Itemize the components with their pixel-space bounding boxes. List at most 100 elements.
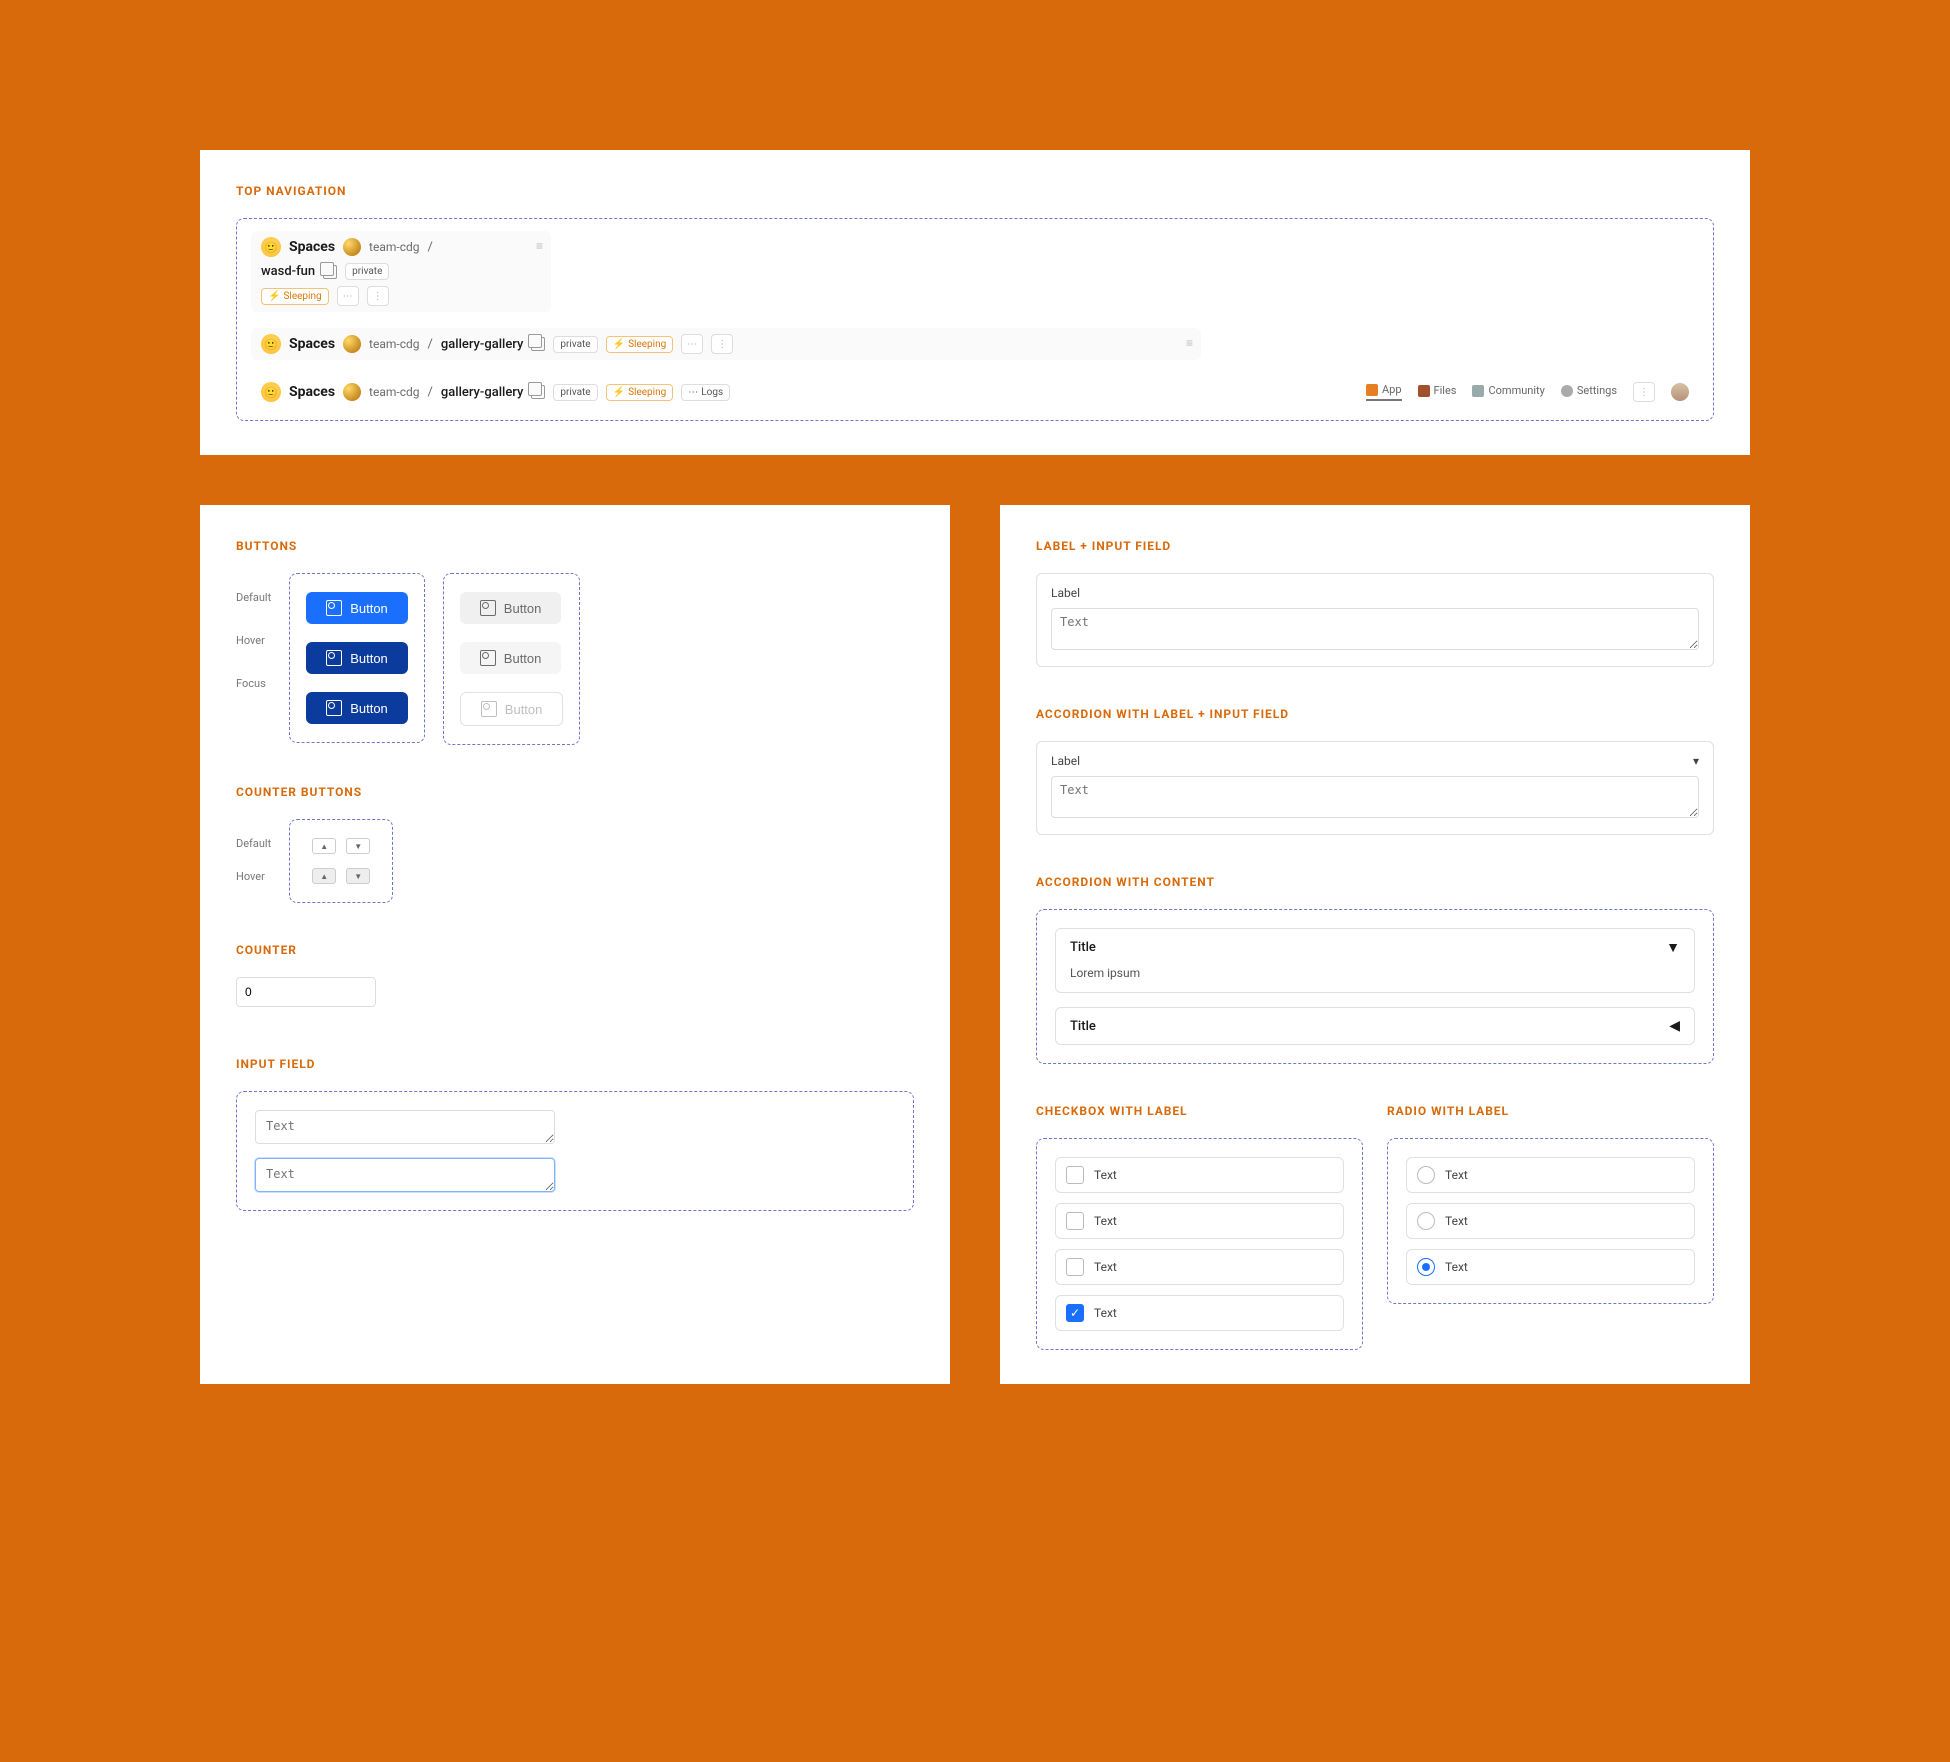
field-label: Label xyxy=(1051,586,1699,600)
logs-icon[interactable]: ⋯ xyxy=(681,334,703,354)
bolt-icon: ⚡ xyxy=(613,339,625,350)
app-icon xyxy=(1366,384,1378,396)
button-secondary-hover[interactable]: Button xyxy=(460,642,562,674)
team-avatar xyxy=(343,335,361,353)
tab-settings[interactable]: Settings xyxy=(1561,384,1617,400)
team-name[interactable]: team-cdg xyxy=(369,385,419,399)
caret-left-icon: ◀ xyxy=(1669,1018,1680,1034)
copy-icon[interactable] xyxy=(323,265,337,279)
label-input-field: Label xyxy=(1036,573,1714,667)
counter-down-hover[interactable]: ▼ xyxy=(346,868,370,884)
section-title: ACCORDION WITH LABEL + INPUT FIELD xyxy=(1036,707,1714,721)
checkbox-icon: ✓ xyxy=(1066,1304,1084,1322)
counter-state-labels: Default Hover xyxy=(236,819,271,883)
bolt-icon: ⚡ xyxy=(268,291,280,302)
accordion-group: Title▼ Lorem ipsum Title◀ xyxy=(1036,909,1714,1064)
section-title: ACCORDION WITH CONTENT xyxy=(1036,875,1714,889)
accordion-body: Lorem ipsum xyxy=(1056,966,1694,992)
state-default: Default xyxy=(236,591,271,604)
nav-examples: 🙂 Spaces team-cdg / ≡ wasd-fun private ⚡… xyxy=(236,218,1714,421)
user-avatar[interactable] xyxy=(1671,383,1689,401)
checkbox-icon xyxy=(1066,1258,1084,1276)
nav-row-mid: 🙂 Spaces team-cdg / gallery-gallery priv… xyxy=(251,328,1201,360)
nav-row-compact: 🙂 Spaces team-cdg / ≡ wasd-fun private ⚡… xyxy=(251,231,551,312)
accordion-header[interactable]: Title◀ xyxy=(1056,1008,1694,1044)
state-focus: Focus xyxy=(236,677,271,690)
section-title: TOP NAVIGATION xyxy=(236,184,1714,198)
counter-up-hover[interactable]: ▲ xyxy=(312,868,336,884)
radio-icon xyxy=(1417,1212,1435,1230)
accordion-header[interactable]: Label▾ xyxy=(1051,754,1699,768)
brand-title: Spaces xyxy=(289,384,335,400)
repo-name[interactable]: gallery-gallery xyxy=(441,337,524,352)
button-state-labels: Default Hover Focus xyxy=(236,573,271,690)
state-default: Default xyxy=(236,837,271,850)
more-icon[interactable]: ⋮ xyxy=(711,334,733,354)
menu-icon[interactable]: ≡ xyxy=(536,239,543,253)
repo-name[interactable]: gallery-gallery xyxy=(441,385,524,400)
checkbox-item[interactable]: Text xyxy=(1055,1157,1344,1193)
accordion-item-open: Title▼ Lorem ipsum xyxy=(1055,928,1695,993)
counter-up-default[interactable]: ▲ xyxy=(312,838,336,854)
section-title: INPUT FIELD xyxy=(236,1057,914,1071)
button-secondary-focus[interactable]: Button xyxy=(460,692,564,726)
more-icon[interactable]: ⋮ xyxy=(367,286,389,306)
radio-item[interactable]: Text xyxy=(1406,1157,1695,1193)
spaces-logo: 🙂 xyxy=(261,237,281,257)
community-icon xyxy=(1472,385,1484,397)
secondary-buttons: Button Button Button xyxy=(443,573,581,745)
accordion-header[interactable]: Title▼ xyxy=(1056,929,1694,966)
card-top-navigation: TOP NAVIGATION 🙂 Spaces team-cdg / ≡ was… xyxy=(200,150,1750,455)
section-title: COUNTER BUTTONS xyxy=(236,785,914,799)
checkbox-item[interactable]: Text xyxy=(1055,1203,1344,1239)
tab-community[interactable]: Community xyxy=(1472,384,1544,400)
menu-icon[interactable]: ≡ xyxy=(1186,336,1193,350)
spaces-logo: 🙂 xyxy=(261,382,281,402)
radio-group: Text Text Text xyxy=(1387,1138,1714,1304)
section-title: BUTTONS xyxy=(236,539,914,553)
image-icon xyxy=(326,700,342,716)
text-input[interactable] xyxy=(1051,608,1699,650)
accordion-label-input: Label▾ xyxy=(1036,741,1714,835)
tab-files[interactable]: Files xyxy=(1418,384,1457,400)
radio-item[interactable]: Text xyxy=(1406,1249,1695,1285)
checkbox-item[interactable]: ✓Text xyxy=(1055,1295,1344,1331)
copy-icon[interactable] xyxy=(531,337,545,351)
tag-private: private xyxy=(553,336,597,353)
counter-input[interactable] xyxy=(237,978,376,1006)
tab-app[interactable]: App xyxy=(1366,383,1402,401)
text-input-default[interactable] xyxy=(255,1110,555,1144)
nav-row-full: 🙂 Spaces team-cdg / gallery-gallery priv… xyxy=(251,376,1699,408)
button-primary-default[interactable]: Button xyxy=(306,592,408,624)
card-left: BUTTONS Default Hover Focus Button Butto… xyxy=(200,505,950,1384)
checkbox-item[interactable]: Text xyxy=(1055,1249,1344,1285)
image-icon xyxy=(326,600,342,616)
checkbox-group: Text Text Text ✓Text xyxy=(1036,1138,1363,1350)
image-icon xyxy=(480,600,496,616)
button-primary-focus[interactable]: Button xyxy=(306,692,408,724)
team-name[interactable]: team-cdg xyxy=(369,337,419,351)
radio-item[interactable]: Text xyxy=(1406,1203,1695,1239)
copy-icon[interactable] xyxy=(531,385,545,399)
team-name[interactable]: team-cdg xyxy=(369,240,419,254)
section-title: CHECKBOX WITH LABEL xyxy=(1036,1104,1363,1118)
repo-name[interactable]: wasd-fun xyxy=(261,264,315,279)
button-secondary-default[interactable]: Button xyxy=(460,592,562,624)
text-input-focus[interactable] xyxy=(255,1158,555,1192)
text-input[interactable] xyxy=(1051,776,1699,818)
logs-icon[interactable]: ⋯ xyxy=(337,286,359,306)
radio-icon xyxy=(1417,1166,1435,1184)
counter-down-default[interactable]: ▼ xyxy=(346,838,370,854)
spaces-logo: 🙂 xyxy=(261,334,281,354)
tag-sleeping: ⚡Sleeping xyxy=(606,336,674,353)
tag-logs[interactable]: ⋯ Logs xyxy=(681,384,730,401)
counter-field[interactable]: ▲ ▼ xyxy=(236,977,376,1007)
nav-tabs: App Files Community Settings ⋮ xyxy=(1366,382,1689,402)
more-icon[interactable]: ⋮ xyxy=(1633,382,1655,402)
section-title: RADIO WITH LABEL xyxy=(1387,1104,1714,1118)
button-primary-hover[interactable]: Button xyxy=(306,642,408,674)
bolt-icon: ⚡ xyxy=(613,387,625,398)
caret-down-icon: ▼ xyxy=(1666,939,1680,956)
state-hover: Hover xyxy=(236,634,271,647)
image-icon xyxy=(480,650,496,666)
